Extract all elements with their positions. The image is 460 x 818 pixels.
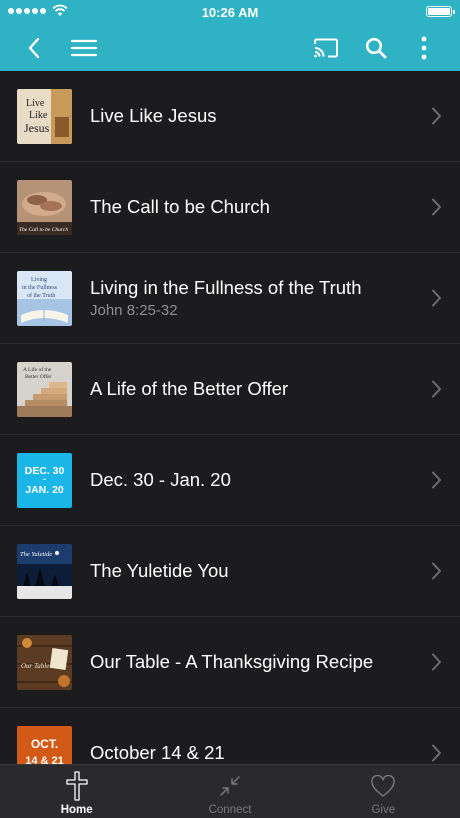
item-title: The Yuletide You bbox=[90, 560, 229, 581]
item-subtitle: John 8:25-32 bbox=[90, 302, 178, 319]
chevron-right-icon bbox=[432, 562, 441, 580]
chevron-right-icon bbox=[432, 653, 441, 671]
navigation-bar bbox=[0, 24, 460, 71]
series-thumbnail: DEC. 30 - JAN. 20 bbox=[17, 452, 72, 508]
tab-bar: Home Connect Give bbox=[0, 764, 460, 818]
list-item[interactable]: A Life of the Better Offer A Life of the… bbox=[0, 344, 460, 435]
series-thumbnail: A Life of the Better Offer bbox=[17, 361, 72, 417]
svg-text:of the Truth: of the Truth bbox=[27, 292, 55, 299]
search-icon bbox=[365, 37, 387, 59]
svg-text:The Yuletide: The Yuletide bbox=[20, 551, 52, 558]
item-title: October 14 & 21 bbox=[90, 742, 225, 763]
battery-icon bbox=[426, 6, 455, 17]
list-item[interactable]: The Yuletide The Yuletide You bbox=[0, 526, 460, 617]
series-thumbnail: The Call to be Church bbox=[17, 179, 72, 235]
svg-text:Better Offer: Better Offer bbox=[25, 373, 52, 380]
item-title: The Call to be Church bbox=[90, 196, 270, 217]
svg-text:Like: Like bbox=[29, 110, 48, 121]
svg-text:Living: Living bbox=[31, 277, 47, 283]
list-item[interactable]: OCT. 14 & 21 October 14 & 21 bbox=[0, 708, 460, 764]
series-thumbnail: OCT. 14 & 21 bbox=[17, 725, 72, 765]
svg-text:The Call to be Church: The Call to be Church bbox=[19, 227, 68, 233]
svg-text:Our Table: Our Table bbox=[21, 662, 49, 670]
status-bar: 10:26 AM bbox=[0, 0, 460, 24]
list-item[interactable]: Living in the Fullness of the Truth Livi… bbox=[0, 253, 460, 344]
tab-give[interactable]: Give bbox=[307, 765, 460, 818]
back-button[interactable] bbox=[16, 30, 52, 66]
menu-button[interactable] bbox=[66, 30, 102, 66]
status-time: 10:26 AM bbox=[201, 5, 259, 20]
tab-label: Give bbox=[371, 804, 396, 816]
more-options-button[interactable] bbox=[406, 30, 442, 66]
svg-text:Jesus: Jesus bbox=[24, 121, 50, 135]
tab-label: Home bbox=[60, 804, 93, 816]
svg-text:JAN. 20: JAN. 20 bbox=[25, 484, 64, 496]
chevron-right-icon bbox=[432, 471, 441, 489]
item-title: Living in the Fullness of the Truth bbox=[90, 277, 362, 298]
list-item[interactable]: Our Table Our Table - A Thanksgiving Rec… bbox=[0, 617, 460, 708]
search-button[interactable] bbox=[358, 30, 394, 66]
heart-icon bbox=[371, 775, 396, 797]
cast-button[interactable] bbox=[308, 30, 344, 66]
vertical-dots-icon bbox=[421, 36, 427, 60]
chevron-right-icon bbox=[432, 198, 441, 216]
cross-icon bbox=[66, 771, 88, 801]
svg-text:A Life of the: A Life of the bbox=[23, 366, 52, 373]
series-thumbnail: The Yuletide bbox=[17, 543, 72, 599]
hamburger-menu-icon bbox=[71, 39, 97, 57]
cast-icon bbox=[314, 38, 338, 58]
arrows-in-icon bbox=[220, 776, 240, 796]
item-title: Live Like Jesus bbox=[90, 105, 217, 126]
back-chevron-icon bbox=[28, 37, 40, 59]
list-item[interactable]: Live Like Jesus Live Like Jesus bbox=[0, 71, 460, 162]
chevron-right-icon bbox=[432, 107, 441, 125]
list-item[interactable]: DEC. 30 - JAN. 20 Dec. 30 - Jan. 20 bbox=[0, 435, 460, 526]
item-title: Our Table - A Thanksgiving Recipe bbox=[90, 651, 374, 672]
item-title: Dec. 30 - Jan. 20 bbox=[90, 469, 231, 490]
sermon-series-list: Live Like Jesus Live Like Jesus The Call… bbox=[0, 71, 460, 764]
tab-label: Connect bbox=[208, 804, 252, 816]
svg-text:OCT.: OCT. bbox=[31, 737, 58, 751]
svg-text:in the Fullness: in the Fullness bbox=[22, 285, 58, 291]
list-item[interactable]: The Call to be Church The Call to be Chu… bbox=[0, 162, 460, 253]
chevron-right-icon bbox=[432, 289, 441, 307]
series-thumbnail: Our Table bbox=[17, 634, 72, 690]
item-title: A Life of the Better Offer bbox=[90, 378, 289, 399]
tab-home[interactable]: Home bbox=[0, 765, 153, 818]
tab-connect[interactable]: Connect bbox=[153, 765, 306, 818]
chevron-right-icon bbox=[432, 744, 441, 762]
series-thumbnail: Living in the Fullness of the Truth bbox=[17, 270, 72, 326]
chevron-right-icon bbox=[432, 380, 441, 398]
svg-text:-: - bbox=[43, 474, 46, 484]
svg-text:Live: Live bbox=[26, 98, 45, 109]
svg-text:14 & 21: 14 & 21 bbox=[25, 755, 64, 765]
series-thumbnail: Live Like Jesus bbox=[17, 88, 72, 144]
